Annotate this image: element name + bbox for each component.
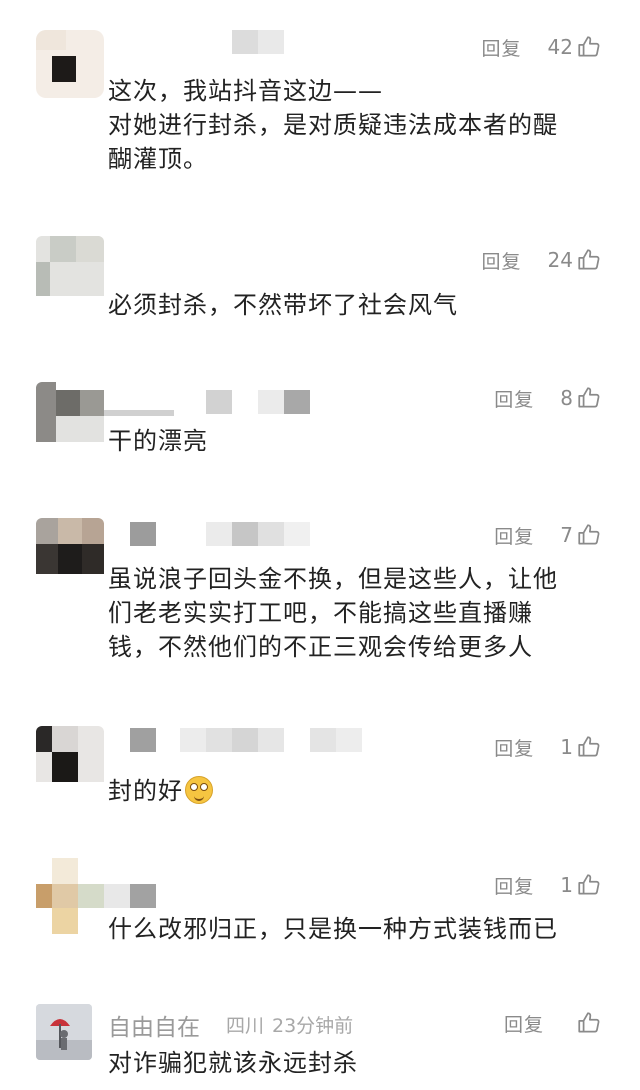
- comment-actions: 回复 24: [482, 246, 602, 274]
- comment-actions: 回复 1: [494, 733, 602, 761]
- reply-button[interactable]: 回复: [494, 522, 534, 549]
- thumbs-up-icon[interactable]: [576, 385, 602, 411]
- comment-time: 23分钟前: [272, 1015, 354, 1037]
- reply-button[interactable]: 回复: [482, 34, 522, 61]
- thumbs-up-icon[interactable]: [576, 247, 602, 273]
- reply-button[interactable]: 回复: [504, 1010, 544, 1037]
- reply-button[interactable]: 回复: [494, 385, 534, 412]
- avatar[interactable]: [36, 1004, 92, 1060]
- smiling-face-emoji: [185, 776, 213, 804]
- comment-actions: 回复 1: [494, 871, 602, 899]
- comment-text: 封的好: [108, 774, 608, 808]
- avatar[interactable]: [36, 382, 104, 450]
- like-count: 7: [560, 523, 573, 547]
- avatar[interactable]: [36, 726, 104, 794]
- comment-actions: 回复: [504, 1009, 602, 1037]
- comment-location: 四川: [226, 1015, 265, 1037]
- like-count: 1: [560, 735, 573, 759]
- thumbs-up-icon[interactable]: [576, 1010, 602, 1036]
- comment-text: 这次，我站抖音这边—— 对她进行封杀，是对质疑违法成本者的醍 醐灌顶。: [108, 77, 558, 173]
- like-count: 42: [547, 35, 573, 59]
- reply-button[interactable]: 回复: [494, 872, 534, 899]
- like-count: 1: [560, 873, 573, 897]
- like-count: 24: [547, 248, 573, 272]
- comment-actions: 回复 8: [494, 384, 602, 412]
- comment-text: 虽说浪子回头金不换，但是这些人，让他 们老老实实打工吧，不能搞这些直播赚 钱，不…: [108, 565, 558, 661]
- reply-button[interactable]: 回复: [482, 247, 522, 274]
- like-count: 8: [560, 386, 573, 410]
- thumbs-up-icon[interactable]: [576, 34, 602, 60]
- avatar[interactable]: [36, 236, 104, 304]
- thumbs-up-icon[interactable]: [576, 872, 602, 898]
- author-name[interactable]: 自由自在: [108, 1008, 200, 1042]
- comment-text: 必须封杀，不然带坏了社会风气: [108, 291, 458, 319]
- avatar[interactable]: [36, 518, 104, 586]
- comment-actions: 回复 42: [482, 33, 602, 61]
- thumbs-up-icon[interactable]: [576, 734, 602, 760]
- comment-text: 什么改邪归正，只是换一种方式装钱而已: [108, 915, 558, 943]
- thumbs-up-icon[interactable]: [576, 522, 602, 548]
- comment-actions: 回复 7: [494, 521, 602, 549]
- comment-text: 干的漂亮: [108, 427, 208, 455]
- avatar[interactable]: [36, 30, 104, 98]
- avatar-image: [36, 1004, 92, 1060]
- reply-button[interactable]: 回复: [494, 734, 534, 761]
- comment-text: 对诈骗犯就该永远封杀: [108, 1049, 358, 1077]
